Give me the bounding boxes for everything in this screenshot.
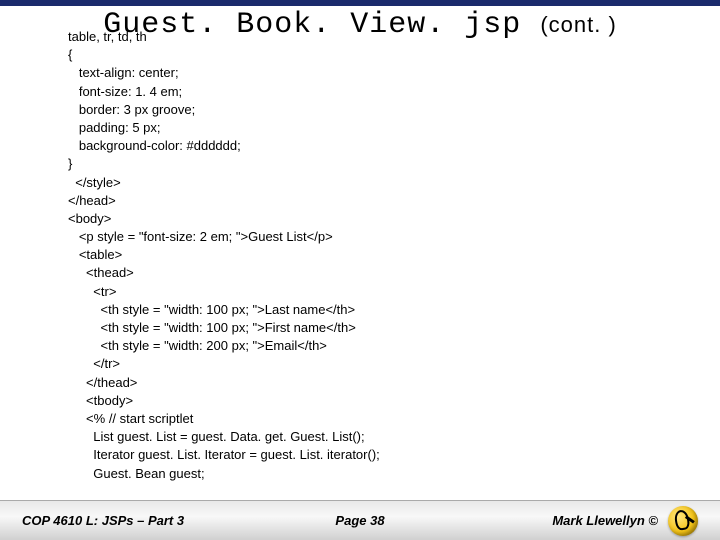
slide: Guest. Book. View. jsp (cont. ) table, t… <box>0 0 720 540</box>
slide-footer: COP 4610 L: JSPs – Part 3 Page 38 Mark L… <box>0 500 720 540</box>
footer-author-block: Mark Llewellyn © <box>552 506 698 536</box>
footer-author: Mark Llewellyn © <box>552 513 658 528</box>
code-content: table, tr, td, th { text-align: center; … <box>0 28 720 540</box>
footer-page: Page 38 <box>335 513 384 528</box>
footer-course: COP 4610 L: JSPs – Part 3 <box>22 513 184 528</box>
ucf-logo-icon <box>668 506 698 536</box>
